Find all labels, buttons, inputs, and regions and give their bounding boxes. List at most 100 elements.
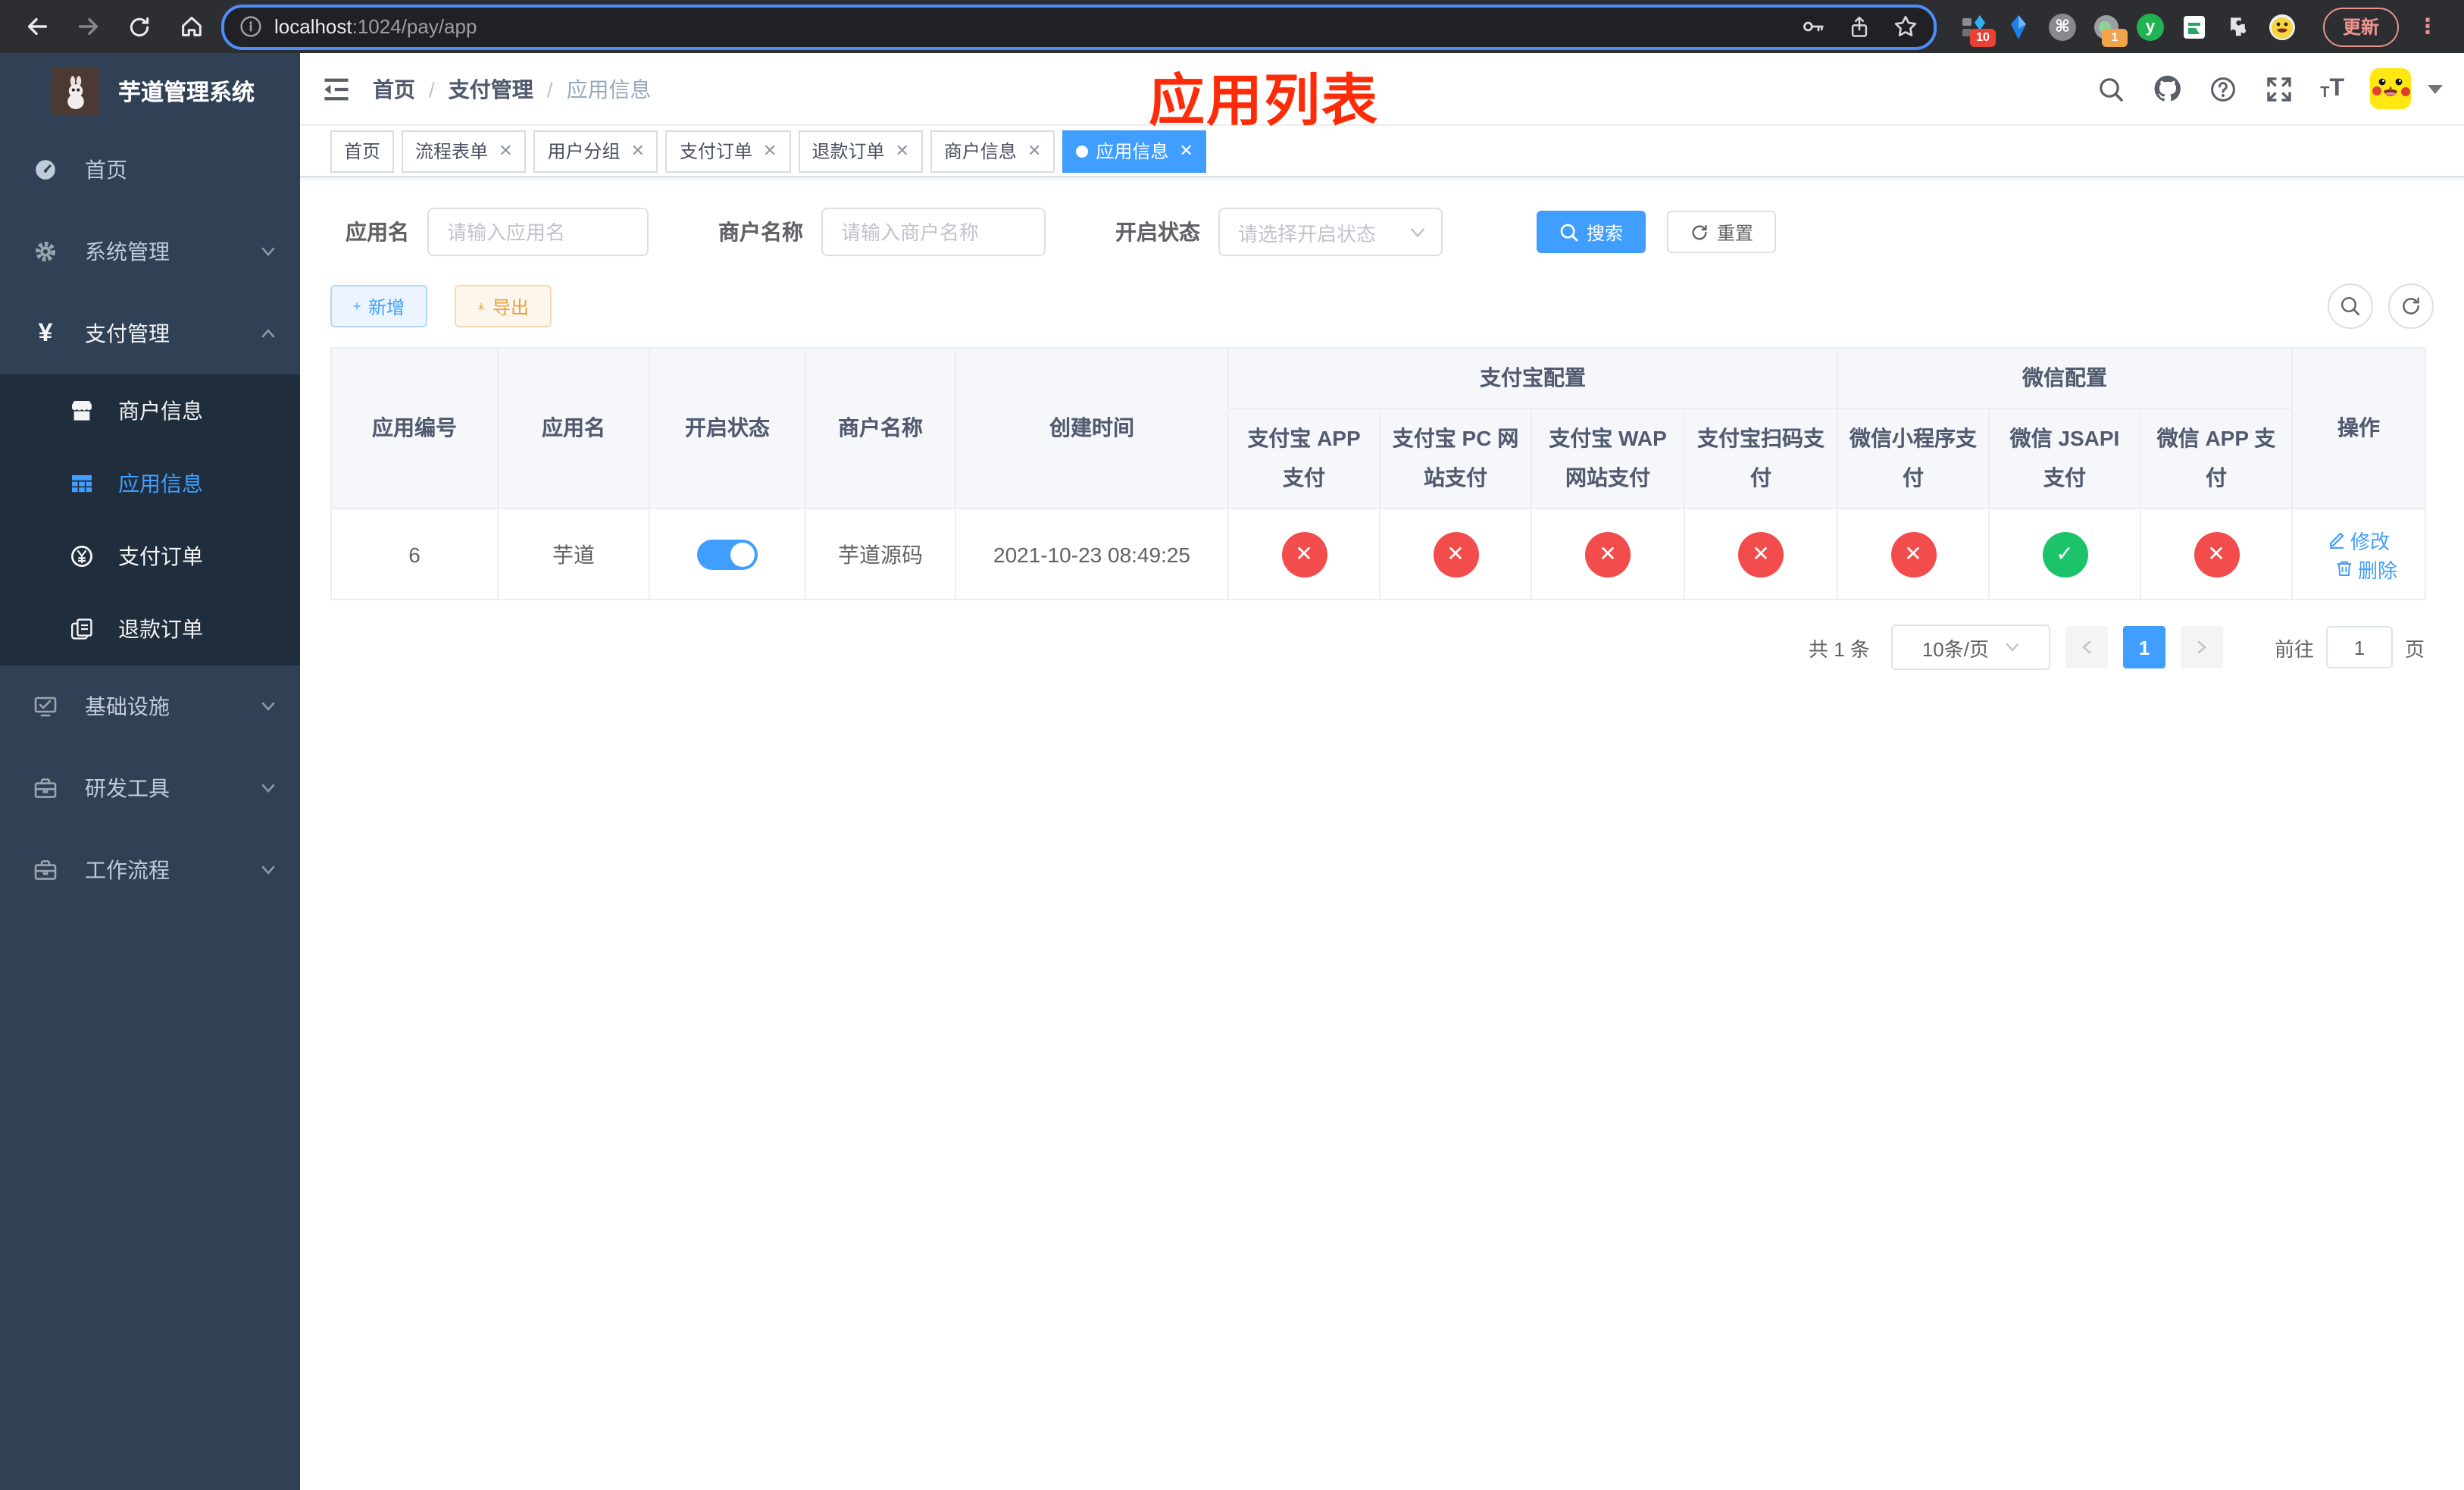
top-navbar: 首页 / 支付管理 / 应用信息 T T	[300, 53, 2464, 126]
col-header-wechat-jsapi: 微信 JSAPI 支付	[1988, 408, 2141, 509]
delete-link[interactable]: 删除	[2335, 554, 2397, 583]
next-page-button[interactable]	[2180, 626, 2223, 668]
search-button[interactable]: 搜索	[1537, 211, 1646, 253]
col-header-alipay-pc: 支付宝 PC 网站支付	[1379, 408, 1532, 509]
url-text[interactable]: localhost:1024/pay/app	[274, 15, 1788, 38]
back-icon[interactable]	[15, 5, 58, 48]
recorder-extension-icon[interactable]: 1	[2093, 13, 2128, 46]
sidebar-item-pay-order[interactable]: 支付订单	[0, 520, 300, 593]
export-button-label: 导出	[492, 296, 529, 318]
puzzle-extensions-icon[interactable]	[2225, 13, 2252, 40]
y-extension-icon[interactable]: y	[2137, 13, 2164, 40]
browser-menu-icon[interactable]: ⋮	[2417, 14, 2438, 39]
tab-label: 首页	[344, 141, 381, 162]
avatar-caret-down-icon[interactable]	[2428, 84, 2443, 93]
chrome-update-button[interactable]: 更新	[2323, 7, 2400, 46]
reset-button[interactable]: 重置	[1667, 211, 1777, 253]
command-extension-icon[interactable]: ⌘	[2049, 13, 2076, 40]
sidebar-item-workflow[interactable]: 工作流程	[0, 829, 300, 911]
chevron-left-icon	[2081, 640, 2091, 654]
password-key-icon[interactable]	[1800, 14, 1826, 39]
notes-extension-icon[interactable]	[2181, 13, 2208, 40]
export-button[interactable]: 导出	[455, 285, 552, 327]
sidebar-item-refund-order[interactable]: 退款订单	[0, 593, 300, 665]
sidebar-item-payment[interactable]: ¥ 支付管理	[0, 293, 300, 374]
breadcrumb-separator: /	[546, 77, 553, 101]
group-header-alipay: 支付宝配置	[1227, 347, 1838, 409]
col-header-app-name: 应用名	[497, 347, 650, 509]
logo-avatar	[52, 67, 100, 115]
header-search-icon[interactable]	[2096, 74, 2126, 104]
emoji-avatar-extension-icon[interactable]	[2269, 13, 2296, 40]
breadcrumb-home[interactable]: 首页	[373, 74, 415, 104]
col-header-merchant: 商户名称	[805, 347, 956, 509]
kite-extension-icon[interactable]	[2005, 13, 2032, 40]
sidebar-item-label: 工作流程	[85, 858, 170, 882]
tab-close-icon[interactable]: ✕	[760, 141, 777, 161]
tab-manager-extension-icon[interactable]: 10	[1961, 13, 1996, 46]
sidebar-item-merchant-info[interactable]: 商户信息	[0, 374, 300, 447]
reload-icon[interactable]	[118, 5, 161, 48]
edit-link[interactable]: 修改	[2328, 525, 2390, 554]
address-bar[interactable]: localhost:1024/pay/app	[221, 4, 1937, 49]
cell-actions: 修改 删除	[2291, 508, 2426, 600]
add-button[interactable]: 新增	[330, 285, 427, 327]
site-info-icon[interactable]	[239, 15, 262, 38]
cell-alipay-qr: ✕	[1684, 508, 1838, 600]
tab-close-icon[interactable]: ✕	[892, 141, 908, 161]
tab-home[interactable]: 首页	[330, 130, 395, 172]
share-icon[interactable]	[1847, 14, 1871, 39]
col-header-status: 开启状态	[649, 347, 806, 509]
user-avatar[interactable]	[2370, 68, 2411, 109]
fullscreen-icon[interactable]	[2264, 74, 2294, 104]
sidebar-item-system[interactable]: 系统管理	[0, 211, 300, 293]
sidebar-item-app-info[interactable]: 应用信息	[0, 447, 300, 520]
tab-pay-order[interactable]: 支付订单 ✕	[665, 130, 791, 172]
app-logo[interactable]: 芋道管理系统	[0, 53, 300, 129]
help-icon[interactable]	[2208, 74, 2238, 104]
status-select[interactable]: 请选择开启状态	[1218, 208, 1443, 256]
bookmark-star-icon[interactable]	[1893, 14, 1918, 39]
font-size-icon[interactable]: TT	[2320, 76, 2344, 101]
sidebar-item-home[interactable]: 首页	[0, 129, 300, 211]
sidebar-item-dev-tools[interactable]: 研发工具	[0, 747, 300, 829]
tab-close-icon[interactable]: ✕	[628, 141, 645, 161]
show-search-button[interactable]	[2328, 283, 2373, 329]
home-icon[interactable]	[170, 5, 212, 48]
tab-process-form[interactable]: 流程表单 ✕	[402, 130, 527, 172]
enabled-toggle[interactable]	[697, 539, 758, 569]
page-size-select[interactable]: 10条/页	[1890, 624, 2050, 670]
toggle-knob	[730, 542, 755, 566]
tab-close-icon[interactable]: ✕	[1176, 141, 1193, 161]
sidebar-item-infrastructure[interactable]: 基础设施	[0, 665, 300, 747]
tab-merchant-info[interactable]: 商户信息 ✕	[930, 130, 1055, 172]
prev-page-button[interactable]	[2065, 626, 2108, 668]
sidebar-collapse-icon[interactable]	[300, 74, 373, 104]
refresh-table-button[interactable]	[2388, 283, 2434, 329]
tabs-bar: 首页 流程表单 ✕ 用户分组 ✕ 支付订单 ✕ 退款订单 ✕ 商户信息 ✕ 应用信息 ✕	[300, 126, 2464, 177]
sidebar-item-label: 系统管理	[85, 239, 170, 264]
col-header-app-id: 应用编号	[330, 347, 499, 509]
cell-wechat-mini: ✕	[1837, 508, 1990, 600]
tab-close-icon[interactable]: ✕	[1024, 141, 1041, 161]
add-button-label: 新增	[367, 296, 405, 318]
sidebar-item-label: 商户信息	[118, 399, 203, 423]
extension-row: 10 ⌘ 1 y	[1961, 13, 2296, 46]
browser-toolbar: localhost:1024/pay/app 10 ⌘ 1 y 更新 ⋮	[0, 0, 2464, 53]
forward-icon[interactable]	[67, 5, 109, 48]
tab-close-icon[interactable]: ✕	[496, 141, 512, 161]
goto-page-input[interactable]	[2325, 626, 2393, 668]
app-name-input[interactable]	[427, 208, 649, 256]
filter-label-merchant: 商户名称	[718, 220, 803, 244]
group-header-wechat: 微信配置	[1837, 347, 2293, 409]
search-icon	[1560, 223, 1578, 241]
monitor-check-icon	[34, 696, 57, 717]
tab-refund-order[interactable]: 退款订单 ✕	[798, 130, 923, 172]
github-icon[interactable]	[2152, 74, 2182, 104]
merchant-name-input[interactable]	[821, 208, 1046, 256]
plus-icon	[353, 302, 361, 310]
cell-wechat-jsapi: ✓	[1988, 508, 2141, 600]
breadcrumb-payment[interactable]: 支付管理	[449, 74, 533, 104]
page-number-active[interactable]: 1	[2122, 626, 2165, 668]
tab-user-group[interactable]: 用户分组 ✕	[533, 130, 658, 172]
